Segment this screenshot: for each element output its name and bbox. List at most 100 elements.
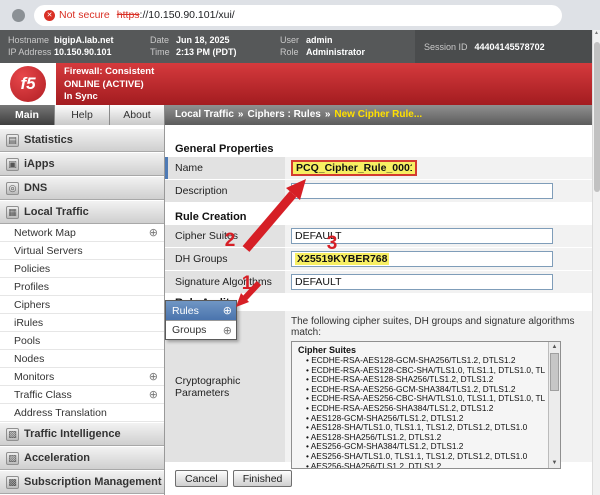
ip-label: IP Address	[8, 46, 54, 58]
cipher-suites-label: Cipher Suites	[165, 225, 285, 247]
acceleration-icon: ▨	[6, 452, 19, 465]
sidebar-item-nodes[interactable]: Nodes	[0, 350, 164, 368]
signature-algorithms-label: Signature Algorithms	[165, 271, 285, 293]
plus-circle-icon[interactable]: ⊕	[223, 304, 232, 317]
session-value: 44404145578702	[475, 42, 545, 52]
tab-about[interactable]: About	[110, 105, 165, 125]
breadcrumb-separator: »	[238, 109, 244, 120]
sidebar-section-traffic-intelligence[interactable]: ▧ Traffic Intelligence	[0, 422, 164, 446]
dh-groups-label: DH Groups	[165, 248, 285, 270]
cipher-list-item: ECDHE-RSA-AES256-CBC-SHA/TLS1.0, TLS1.1,…	[298, 394, 545, 404]
hostname-block: HostnamebigipA.lab.net IP Address10.150.…	[8, 34, 114, 58]
sidebar-item-label: Virtual Servers	[14, 245, 83, 257]
sidebar-item-monitors[interactable]: Monitors ⊕	[0, 368, 164, 386]
cancel-button[interactable]: Cancel	[175, 470, 228, 487]
cipher-suites-input[interactable]	[291, 228, 553, 244]
dh-groups-row: DH Groups X25519KYBER768	[165, 248, 592, 270]
datetime-block: DateJun 18, 2025 Time2:13 PM (PDT)	[150, 34, 237, 58]
dh-groups-input[interactable]: X25519KYBER768	[291, 251, 553, 267]
sidebar-item-policies[interactable]: Policies	[0, 260, 164, 278]
breadcrumb-separator-2: »	[325, 109, 331, 120]
cipher-list-item: ECDHE-RSA-AES128-SHA256/TLS1.2, DTLS1.2	[298, 375, 545, 385]
scroll-down-icon[interactable]: ▼	[549, 458, 560, 468]
url-text: https://10.150.90.101/xui/	[117, 9, 235, 21]
sidebar-item-ciphers[interactable]: Ciphers	[0, 296, 164, 314]
tab-main[interactable]: Main	[0, 105, 55, 125]
date-value: Jun 18, 2025	[176, 35, 230, 45]
section-title-general-properties: General Properties	[175, 143, 273, 155]
address-bar[interactable]: ✕ Not secure https://10.150.90.101/xui/	[34, 5, 562, 26]
sidebar-section-label: Local Traffic	[24, 206, 89, 218]
sidebar-item-network-map[interactable]: Network Map ⊕	[0, 224, 164, 242]
not-secure-label: Not secure	[59, 9, 110, 21]
sidebar-item-pools[interactable]: Pools	[0, 332, 164, 350]
cipher-list-item: ECDHE-RSA-AES128-GCM-SHA256/TLS1.2, DTLS…	[298, 356, 545, 366]
plus-circle-icon[interactable]: ⊕	[149, 368, 158, 386]
breadcrumb-local-traffic[interactable]: Local Traffic	[175, 109, 234, 120]
cipher-box-scrollbar[interactable]: ▲ ▼	[548, 342, 560, 468]
sidebar-section-label: Acceleration	[24, 452, 90, 464]
status-banner: f5 Firewall: Consistent ONLINE (ACTIVE) …	[0, 63, 600, 105]
sidebar-section-statistics[interactable]: ▤ Statistics	[0, 128, 164, 152]
sidebar-item-irules[interactable]: iRules	[0, 314, 164, 332]
cipher-list-item: AES256-GCM-SHA384/TLS1.2, DTLS1.2	[298, 442, 545, 452]
description-row: Description	[165, 180, 592, 202]
flyout-item-groups[interactable]: Groups ⊕	[166, 320, 236, 339]
section-title-rule-creation: Rule Creation	[175, 211, 247, 223]
cipher-list-item: ECDHE-RSA-AES256-GCM-SHA384/TLS1.2, DTLS…	[298, 385, 545, 395]
tab-help[interactable]: Help	[55, 105, 110, 125]
sidebar-item-traffic-class[interactable]: Traffic Class ⊕	[0, 386, 164, 404]
sidebar-section-subscription-management[interactable]: ▩ Subscription Management	[0, 470, 164, 494]
cipher-list-item: ECDHE-RSA-AES128-CBC-SHA/TLS1.0, TLS1.1,…	[298, 366, 545, 376]
dns-icon: ◎	[6, 182, 19, 195]
signature-algorithms-input[interactable]	[291, 274, 553, 290]
name-input[interactable]	[291, 160, 417, 176]
flyout-item-label: Groups	[172, 324, 206, 336]
banner-status: Firewall: Consistent ONLINE (ACTIVE) In …	[56, 63, 600, 105]
breadcrumb-ciphers-rules[interactable]: Ciphers : Rules	[247, 109, 320, 120]
sidebar-section-iapps[interactable]: ▣ iApps	[0, 152, 164, 176]
finished-button[interactable]: Finished	[233, 470, 293, 487]
sidebar-item-profiles[interactable]: Profiles	[0, 278, 164, 296]
sidebar-item-label: Ciphers	[14, 299, 50, 311]
flyout-item-rules[interactable]: Rules ⊕	[166, 301, 236, 320]
browser-profile-icon[interactable]	[12, 9, 25, 22]
sidebar-item-virtual-servers[interactable]: Virtual Servers	[0, 242, 164, 260]
sidebar-section-local-traffic[interactable]: ▦ Local Traffic	[0, 200, 164, 224]
logo-box: f5	[0, 63, 56, 105]
page-scrollbar[interactable]: ▲	[592, 30, 600, 495]
cipher-match-box-title: Cipher Suites	[298, 345, 545, 355]
crypto-match-intro: The following cipher suites, DH groups a…	[291, 316, 592, 338]
sidebar-item-label: Nodes	[14, 353, 44, 365]
sidebar-section-acceleration[interactable]: ▨ Acceleration	[0, 446, 164, 470]
time-label: Time	[150, 46, 176, 58]
scrollbar-thumb[interactable]	[550, 353, 559, 391]
sidebar-item-label: Profiles	[14, 281, 49, 293]
sidebar-item-label: Traffic Class	[14, 389, 72, 401]
breadcrumb: Local Traffic»Ciphers : Rules»New Cipher…	[165, 105, 600, 125]
plus-circle-icon[interactable]: ⊕	[223, 324, 232, 337]
sidebar-item-label: Network Map	[14, 227, 76, 239]
cipher-list-item: AES128-SHA/TLS1.0, TLS1.1, TLS1.2, DTLS1…	[298, 423, 545, 433]
not-secure-icon[interactable]: ✕	[44, 10, 55, 21]
url-rest: ://10.150.90.101/xui/	[140, 9, 235, 21]
scroll-up-icon[interactable]: ▲	[594, 30, 599, 36]
sidebar-section-label: DNS	[24, 182, 47, 194]
hostname-value: bigipA.lab.net	[54, 35, 114, 45]
plus-circle-icon[interactable]: ⊕	[149, 224, 158, 242]
f5-logo[interactable]: f5	[10, 66, 46, 102]
cipher-suites-row: Cipher Suites	[165, 225, 592, 247]
scroll-up-icon[interactable]: ▲	[549, 342, 560, 352]
traffic-intelligence-icon: ▧	[6, 428, 19, 441]
description-input[interactable]	[291, 183, 553, 199]
subscription-management-icon: ▩	[6, 476, 19, 489]
plus-circle-icon[interactable]: ⊕	[149, 386, 158, 404]
nav-row: Main Help About Local Traffic»Ciphers : …	[0, 105, 600, 125]
page-scrollbar-thumb[interactable]	[594, 42, 600, 192]
sync-status-line: In Sync	[64, 91, 600, 104]
sidebar-section-dns[interactable]: ◎ DNS	[0, 176, 164, 200]
ip-value: 10.150.90.101	[54, 47, 112, 57]
sidebar-item-label: Monitors	[14, 371, 54, 383]
sidebar-item-address-translation[interactable]: Address Translation	[0, 404, 164, 422]
dh-groups-value: X25519KYBER768	[295, 253, 389, 265]
